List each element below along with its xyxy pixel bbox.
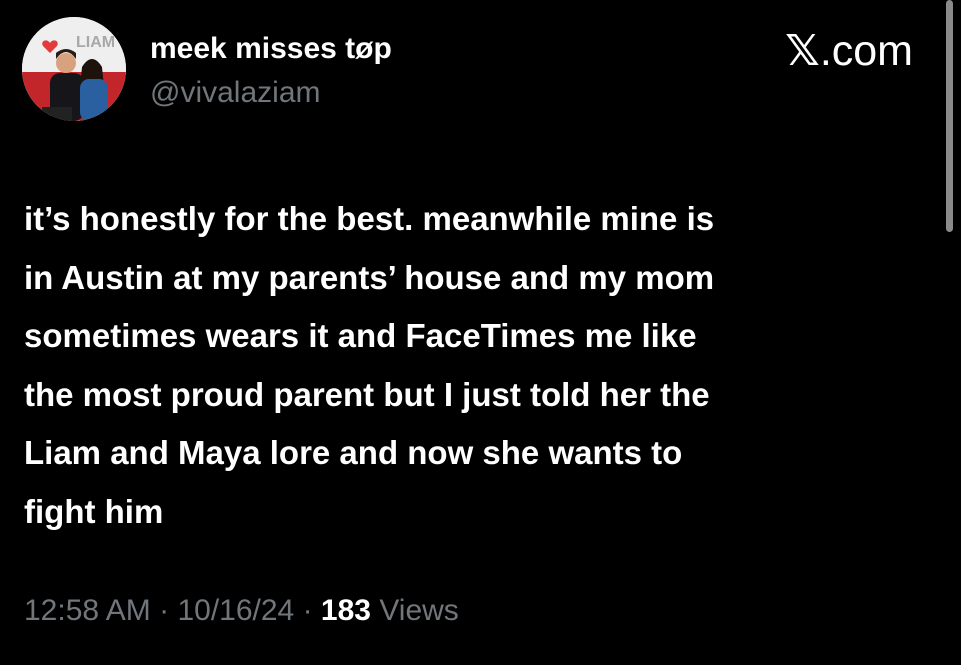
avatar-photo: LIAM (22, 17, 126, 121)
avatar-banner-text: LIAM (76, 34, 115, 51)
tweet-text-line: fight him (24, 492, 164, 530)
tweet-text: it’s honestly for the best. meanwhile mi… (24, 190, 929, 542)
x-logo-icon: 𝕏 (785, 27, 820, 75)
tweet-text-line: Liam and Maya lore and now she wants to (24, 434, 683, 472)
meta-separator: · (159, 594, 170, 627)
user-handle[interactable]: @vivalaziam (150, 76, 321, 110)
tweet-text-line: sometimes wears it and FaceTimes me like (24, 317, 697, 355)
source-domain: .com (819, 27, 913, 75)
scrollbar[interactable] (946, 0, 953, 232)
tweet-text-line: the most proud parent but I just told he… (24, 375, 710, 413)
tweet-meta: 12:58 AM · 10/16/24 · 183 Views (24, 594, 459, 628)
avatar[interactable]: LIAM (22, 17, 126, 121)
tweet-text-line: in Austin at my parents’ house and my mo… (24, 258, 715, 296)
meta-separator: · (302, 594, 313, 627)
display-name[interactable]: meek misses tøp (150, 32, 392, 66)
tweet-date[interactable]: 10/16/24 (177, 594, 294, 627)
views-label[interactable]: Views (379, 594, 458, 627)
tweet-text-line: it’s honestly for the best. meanwhile mi… (24, 200, 715, 237)
tweet-time[interactable]: 12:58 AM (24, 594, 151, 627)
views-count[interactable]: 183 (321, 594, 371, 627)
source-watermark: 𝕏.com (785, 26, 913, 76)
